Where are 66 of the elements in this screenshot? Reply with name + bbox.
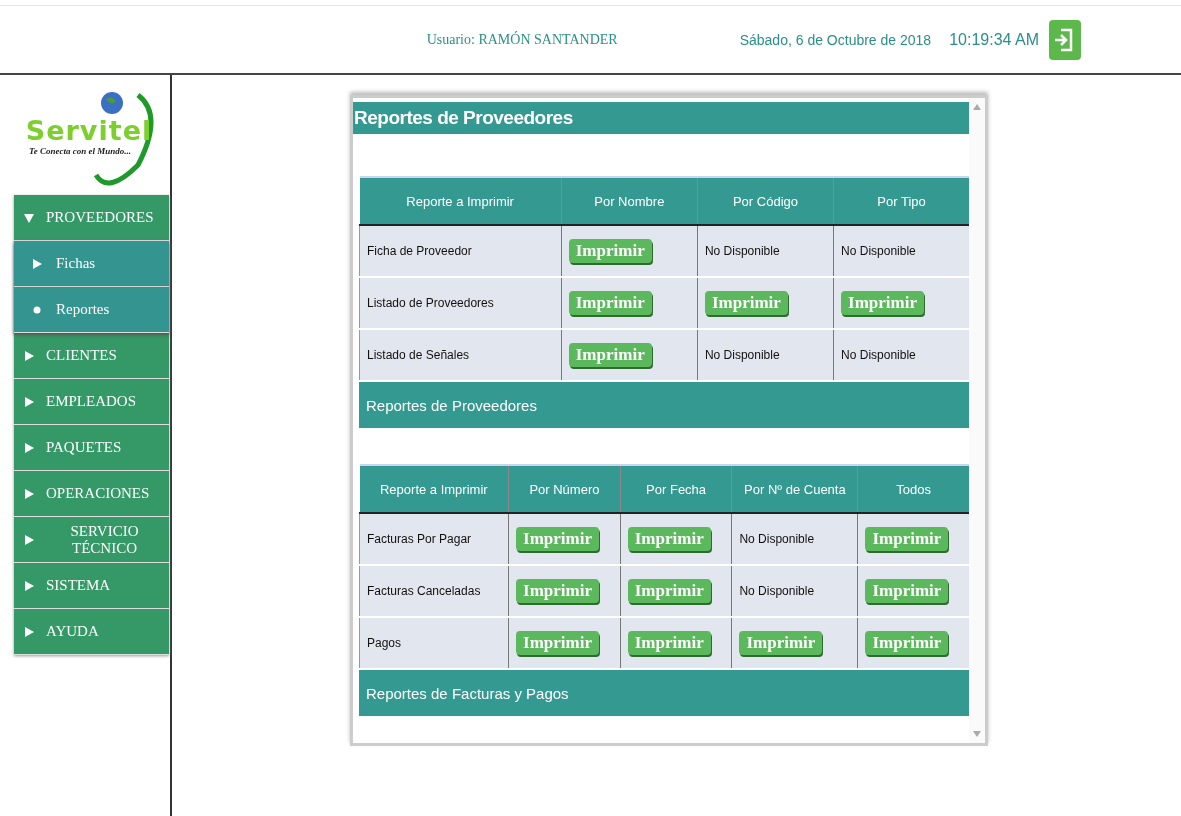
table-cell: Facturas Canceladas [359,565,509,617]
print-button[interactable]: Imprimir [627,579,711,603]
print-button[interactable]: Imprimir [865,579,949,603]
table-cell: Listado de Proveedores [359,277,562,329]
column-header: Por Fecha [620,465,732,513]
table-cell: No Disponible [697,329,834,381]
column-header: Por Nº de Cuenta [731,465,858,513]
table-cell: No Disponible [833,329,969,381]
date-text: Sábado, 6 de Octubre de 2018 [739,31,932,48]
scroll-up-icon[interactable] [973,104,981,110]
column-header: Reporte a Imprimir [359,465,509,513]
sidebar-item[interactable]: CLIENTES [14,333,169,379]
print-button[interactable]: Imprimir [516,527,599,551]
caret-right-icon [24,626,34,637]
user-name: Usuario: RAMÓN SANTANDER [426,31,618,48]
table-footer: Reportes de Facturas y Pagos [359,670,969,716]
table-footer: Reportes de Proveedores [359,382,969,428]
print-button[interactable]: Imprimir [841,291,924,315]
sidebar-item[interactable]: EMPLEADOS [14,379,169,425]
caret-right-icon [24,580,34,591]
table-cell: Listado de Señales [359,329,562,381]
table-cell: Facturas Por Pagar [359,513,509,565]
bullet-icon [32,304,42,315]
panel-title: Reportes de Proveedores [353,102,969,134]
print-button[interactable]: Imprimir [516,631,599,655]
print-button[interactable]: Imprimir [704,291,788,315]
column-header: Por Código [697,177,834,225]
print-button[interactable]: Imprimir [568,239,652,263]
column-header: Reporte a Imprimir [359,177,562,225]
sidebar-item[interactable]: SERVICIO TÉCNICO [14,517,169,563]
sidebar-item[interactable]: PAQUETES [14,425,169,471]
table-cell: No Disponible [731,513,858,565]
caret-right-icon [24,534,34,545]
logo-tagline: Te Conecta con el Mundo... [29,145,131,156]
submenu-item[interactable]: Reportes [14,287,169,333]
print-button[interactable]: Imprimir [568,291,652,315]
sidebar-item[interactable]: SISTEMA [14,563,169,609]
column-header: Por Tipo [833,177,969,225]
column-header: Por Número [508,465,621,513]
caret-right-icon [24,350,34,361]
sidebar-item[interactable]: PROVEEDORES [14,195,169,241]
submenu-item[interactable]: Fichas [14,241,169,287]
print-button[interactable]: Imprimir [568,343,652,367]
caret-right-icon [24,396,34,407]
print-button[interactable]: Imprimir [627,631,711,655]
print-button[interactable]: Imprimir [516,579,599,603]
print-button[interactable]: Imprimir [865,631,949,655]
table-cell: Ficha de Proveedor [359,225,562,277]
print-button[interactable]: Imprimir [865,527,949,551]
time-text: 10:19:34 AM [949,30,1039,49]
caret-right-icon [32,258,42,269]
scroll-down-icon[interactable] [973,731,981,737]
caret-right-icon [24,488,34,499]
table-cell: Pagos [359,617,509,669]
logout-icon[interactable] [1049,19,1081,60]
print-button[interactable]: Imprimir [739,631,823,655]
column-header: Todos [857,465,969,513]
caret-right-icon [24,442,34,453]
table-cell: No Disponible [697,225,834,277]
column-header: Por Nombre [561,177,698,225]
table-cell: No Disponible [833,225,969,277]
sidebar-item[interactable]: AYUDA [14,609,169,655]
table-cell: No Disponible [731,565,858,617]
print-button[interactable]: Imprimir [627,527,711,551]
caret-down-icon [24,212,34,223]
sidebar-item[interactable]: OPERACIONES [14,471,169,517]
